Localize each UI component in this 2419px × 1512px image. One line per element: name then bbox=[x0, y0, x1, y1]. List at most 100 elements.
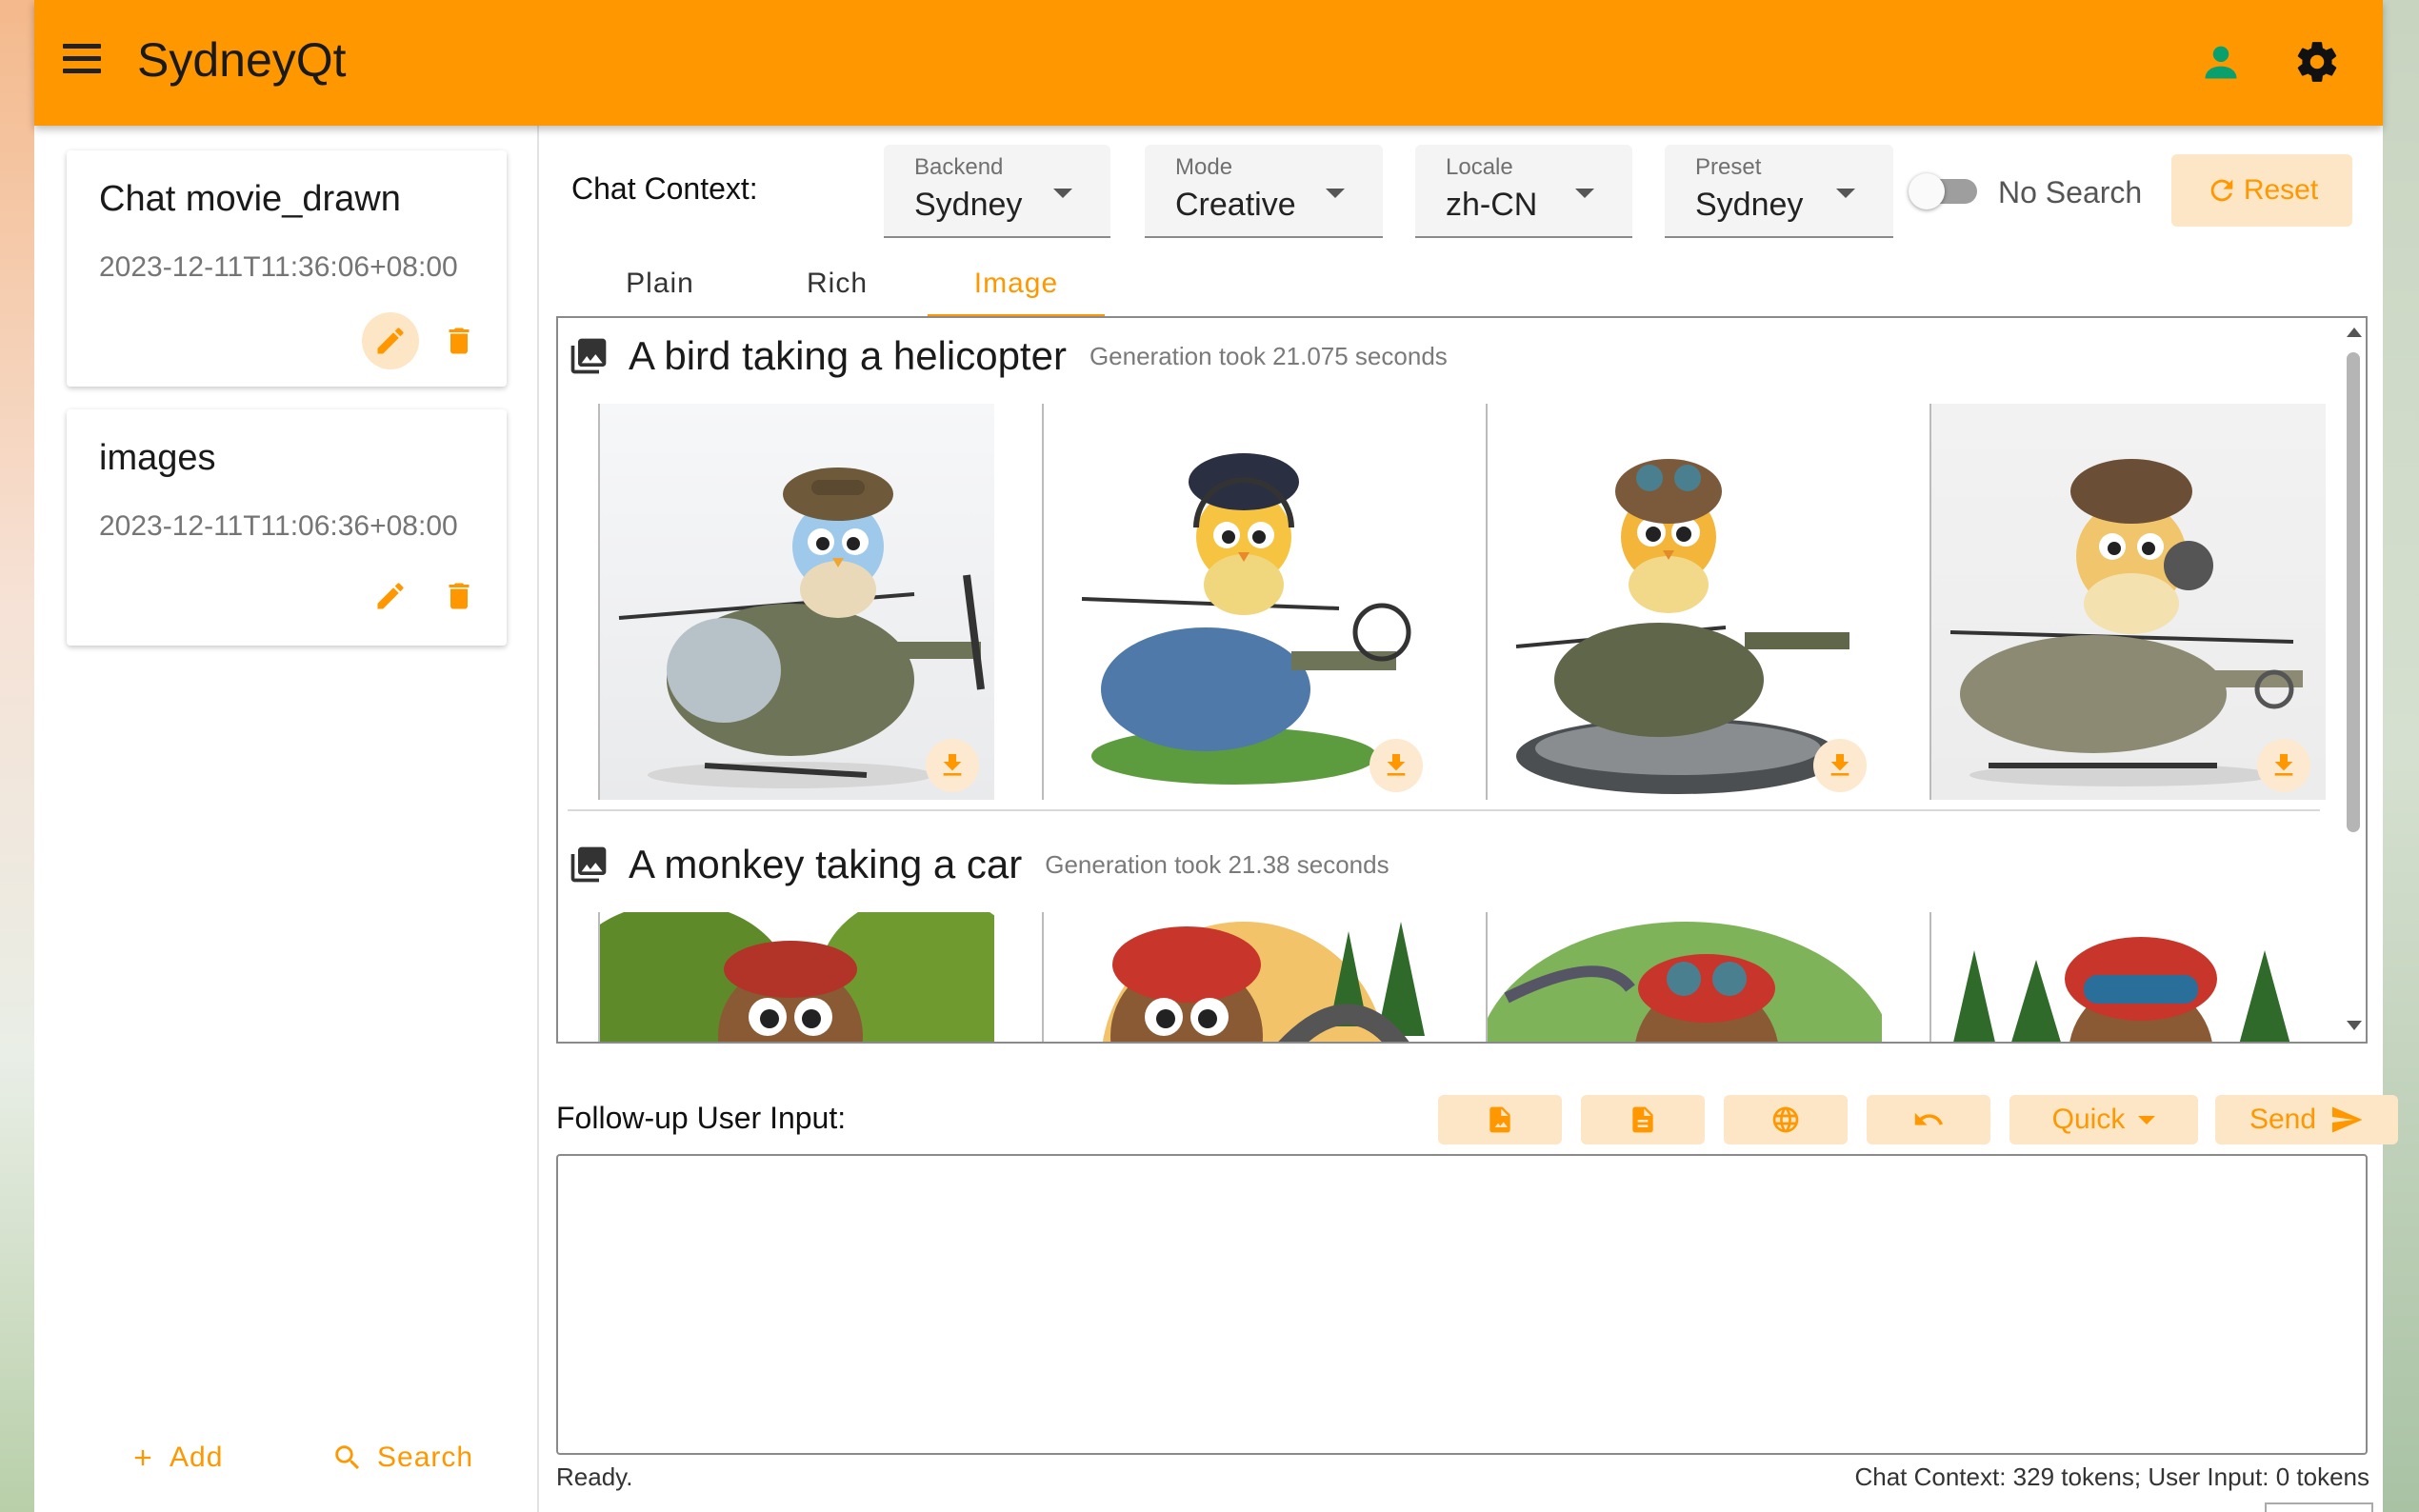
download-button[interactable] bbox=[926, 739, 979, 792]
browse-web-button[interactable] bbox=[1724, 1095, 1848, 1144]
generation-block: A monkey taking a car Generation took 21… bbox=[568, 836, 2326, 1042]
chevron-down-icon bbox=[1326, 189, 1345, 198]
chevron-down-icon bbox=[1836, 189, 1855, 198]
delete-chat-button[interactable] bbox=[430, 567, 488, 625]
add-label: Add bbox=[170, 1442, 224, 1473]
app-title: SydneyQt bbox=[137, 33, 347, 87]
globe-icon bbox=[1772, 1106, 1799, 1133]
send-icon bbox=[2332, 1106, 2363, 1133]
download-button[interactable] bbox=[1369, 739, 1423, 792]
generated-image[interactable] bbox=[1486, 912, 1882, 1042]
app-window: SydneyQt Chat movie_drawn 2023-12-11T11:… bbox=[34, 0, 2398, 1512]
background-left bbox=[0, 0, 34, 1512]
monkey-car-image bbox=[1488, 922, 1882, 1042]
pencil-icon bbox=[377, 328, 404, 354]
gear-icon[interactable] bbox=[2293, 38, 2341, 86]
chat-title: Chat movie_drawn bbox=[99, 179, 401, 219]
chevron-down-icon bbox=[1575, 189, 1594, 198]
results-scrollbar[interactable] bbox=[2341, 318, 2366, 1042]
followup-label: Follow-up User Input: bbox=[556, 1101, 847, 1135]
search-icon bbox=[335, 1445, 360, 1470]
preset-value: Sydney bbox=[1695, 187, 1804, 223]
preset-label: Preset bbox=[1695, 154, 1762, 180]
trash-icon bbox=[449, 328, 470, 354]
document-icon bbox=[1632, 1106, 1653, 1133]
tab-image[interactable]: Image bbox=[928, 249, 1105, 318]
delete-chat-button[interactable] bbox=[430, 312, 488, 369]
scroll-up-icon[interactable] bbox=[2347, 328, 2362, 337]
download-icon bbox=[2274, 754, 2293, 776]
hamburger-menu-icon[interactable] bbox=[63, 44, 101, 82]
image-results-panel[interactable]: A bird taking a helicopter Generation to… bbox=[556, 316, 2368, 1044]
generation-divider bbox=[568, 809, 2320, 811]
generated-image[interactable] bbox=[1042, 912, 1438, 1042]
image-gallery-icon bbox=[570, 846, 607, 883]
mode-label: Mode bbox=[1175, 154, 1233, 180]
chat-card[interactable]: Chat movie_drawn 2023-12-11T11:36:06+08:… bbox=[67, 150, 507, 387]
generation-header: A monkey taking a car Generation took 21… bbox=[568, 836, 1389, 893]
generated-image[interactable] bbox=[1929, 912, 2326, 1042]
chat-card[interactable]: images 2023-12-11T11:06:36+08:00 bbox=[67, 409, 507, 646]
upload-document-button[interactable] bbox=[1581, 1095, 1705, 1144]
monkey-car-image bbox=[1102, 922, 1425, 1042]
backend-select[interactable]: Backend Sydney bbox=[884, 145, 1110, 238]
quick-dropdown-button[interactable]: Quick bbox=[2009, 1095, 2198, 1144]
mode-select[interactable]: Mode Creative bbox=[1145, 145, 1383, 238]
generation-time: Generation took 21.38 seconds bbox=[1045, 849, 1389, 879]
tab-rich[interactable]: Rich bbox=[749, 249, 926, 318]
chat-date: 2023-12-11T11:06:36+08:00 bbox=[99, 510, 458, 542]
monkey-car-image bbox=[1953, 937, 2290, 1042]
generated-image[interactable] bbox=[1929, 404, 2326, 800]
search-chats-button[interactable]: Search bbox=[331, 1442, 473, 1474]
quick-label: Quick bbox=[2051, 1104, 2126, 1135]
reset-label: Reset bbox=[2243, 174, 2319, 206]
tab-plain[interactable]: Plain bbox=[571, 249, 749, 318]
locale-label: Locale bbox=[1446, 154, 1513, 180]
download-button[interactable] bbox=[2257, 739, 2310, 792]
add-chat-button[interactable]: Add bbox=[130, 1442, 223, 1474]
send-button[interactable]: Send bbox=[2215, 1095, 2398, 1144]
chevron-down-icon bbox=[1053, 189, 1072, 198]
generated-image[interactable] bbox=[598, 912, 994, 1042]
generation-title: A monkey taking a car bbox=[629, 842, 1023, 886]
pencil-icon bbox=[377, 583, 404, 609]
backend-label: Backend bbox=[914, 154, 1004, 180]
generation-header: A bird taking a helicopter Generation to… bbox=[568, 328, 1448, 385]
scroll-down-icon[interactable] bbox=[2347, 1021, 2362, 1030]
edit-chat-button[interactable] bbox=[362, 312, 419, 369]
main-panel: Chat Context: Backend Sydney Mode Creati… bbox=[539, 126, 2398, 1512]
bird-helicopter-image bbox=[1081, 453, 1411, 785]
upload-image-button[interactable] bbox=[1438, 1095, 1562, 1144]
resize-handle[interactable] bbox=[2265, 1502, 2373, 1512]
no-search-toggle[interactable] bbox=[1909, 173, 1977, 209]
reset-button[interactable]: Reset bbox=[2171, 154, 2352, 227]
locale-select[interactable]: Locale zh-CN bbox=[1415, 145, 1632, 238]
download-button[interactable] bbox=[1813, 739, 1867, 792]
revoke-button[interactable] bbox=[1867, 1095, 1990, 1144]
generation-block: A bird taking a helicopter Generation to… bbox=[568, 328, 2326, 804]
no-search-label: No Search bbox=[1998, 175, 2143, 209]
scrollbar-thumb[interactable] bbox=[2347, 352, 2360, 832]
preset-select[interactable]: Preset Sydney bbox=[1665, 145, 1893, 238]
followup-input[interactable] bbox=[556, 1154, 2368, 1455]
send-label: Send bbox=[2249, 1104, 2317, 1135]
edit-chat-button[interactable] bbox=[362, 567, 419, 625]
token-count: Chat Context: 329 tokens; User Input: 0 … bbox=[1854, 1462, 2369, 1491]
chat-context-label: Chat Context: bbox=[571, 171, 758, 206]
background-right bbox=[2383, 0, 2419, 1512]
generated-image[interactable] bbox=[1486, 404, 1882, 800]
generated-image[interactable] bbox=[1042, 404, 1438, 800]
generated-image[interactable] bbox=[598, 404, 994, 800]
generation-time: Generation took 21.075 seconds bbox=[1089, 341, 1448, 370]
status-text: Ready. bbox=[556, 1462, 633, 1491]
search-label: Search bbox=[377, 1442, 474, 1473]
trash-icon bbox=[449, 583, 470, 609]
bird-helicopter-image bbox=[618, 468, 985, 788]
backend-value: Sydney bbox=[914, 187, 1023, 223]
bird-helicopter-image bbox=[1515, 459, 1849, 794]
refresh-icon bbox=[2210, 179, 2233, 202]
mode-value: Creative bbox=[1175, 187, 1296, 223]
download-icon bbox=[1387, 754, 1406, 776]
user-icon[interactable] bbox=[2200, 42, 2242, 84]
generation-title: A bird taking a helicopter bbox=[629, 333, 1067, 378]
